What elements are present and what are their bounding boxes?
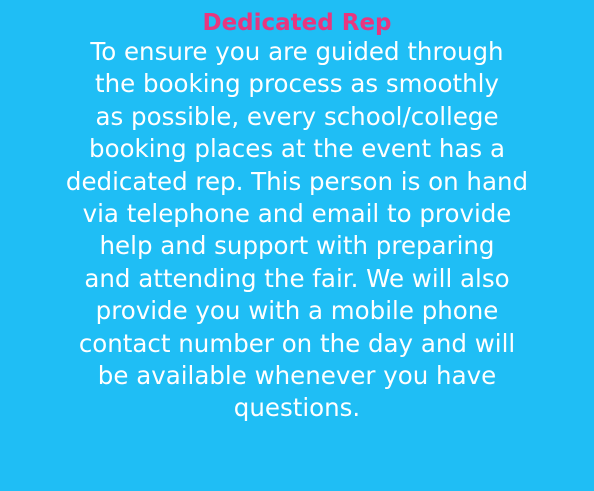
description-line: the booking process as smoothly	[95, 69, 499, 99]
description-line: To ensure you are guided through	[90, 37, 504, 66]
description-line: provide you with a mobile phone	[95, 296, 499, 326]
description-line: and attending the fair. We will also	[84, 263, 510, 293]
description-line: via telephone and email to provide	[82, 199, 512, 229]
section-description: To ensure you are guided through the boo…	[6, 36, 588, 425]
description-line: help and support with preparing	[99, 231, 495, 261]
description-line: as possible, every school/college	[95, 101, 499, 131]
section-title: Dedicated Rep	[202, 10, 392, 36]
description-line: contact number on the day and will	[78, 328, 516, 358]
description-line: be available whenever you have	[97, 361, 497, 391]
description-line: dedicated rep. This person is on hand	[65, 166, 529, 196]
dedicated-rep-panel: Dedicated Rep To ensure you are guided t…	[0, 0, 594, 491]
description-line: booking places at the event has a	[89, 134, 505, 164]
description-line: questions.	[233, 393, 361, 423]
